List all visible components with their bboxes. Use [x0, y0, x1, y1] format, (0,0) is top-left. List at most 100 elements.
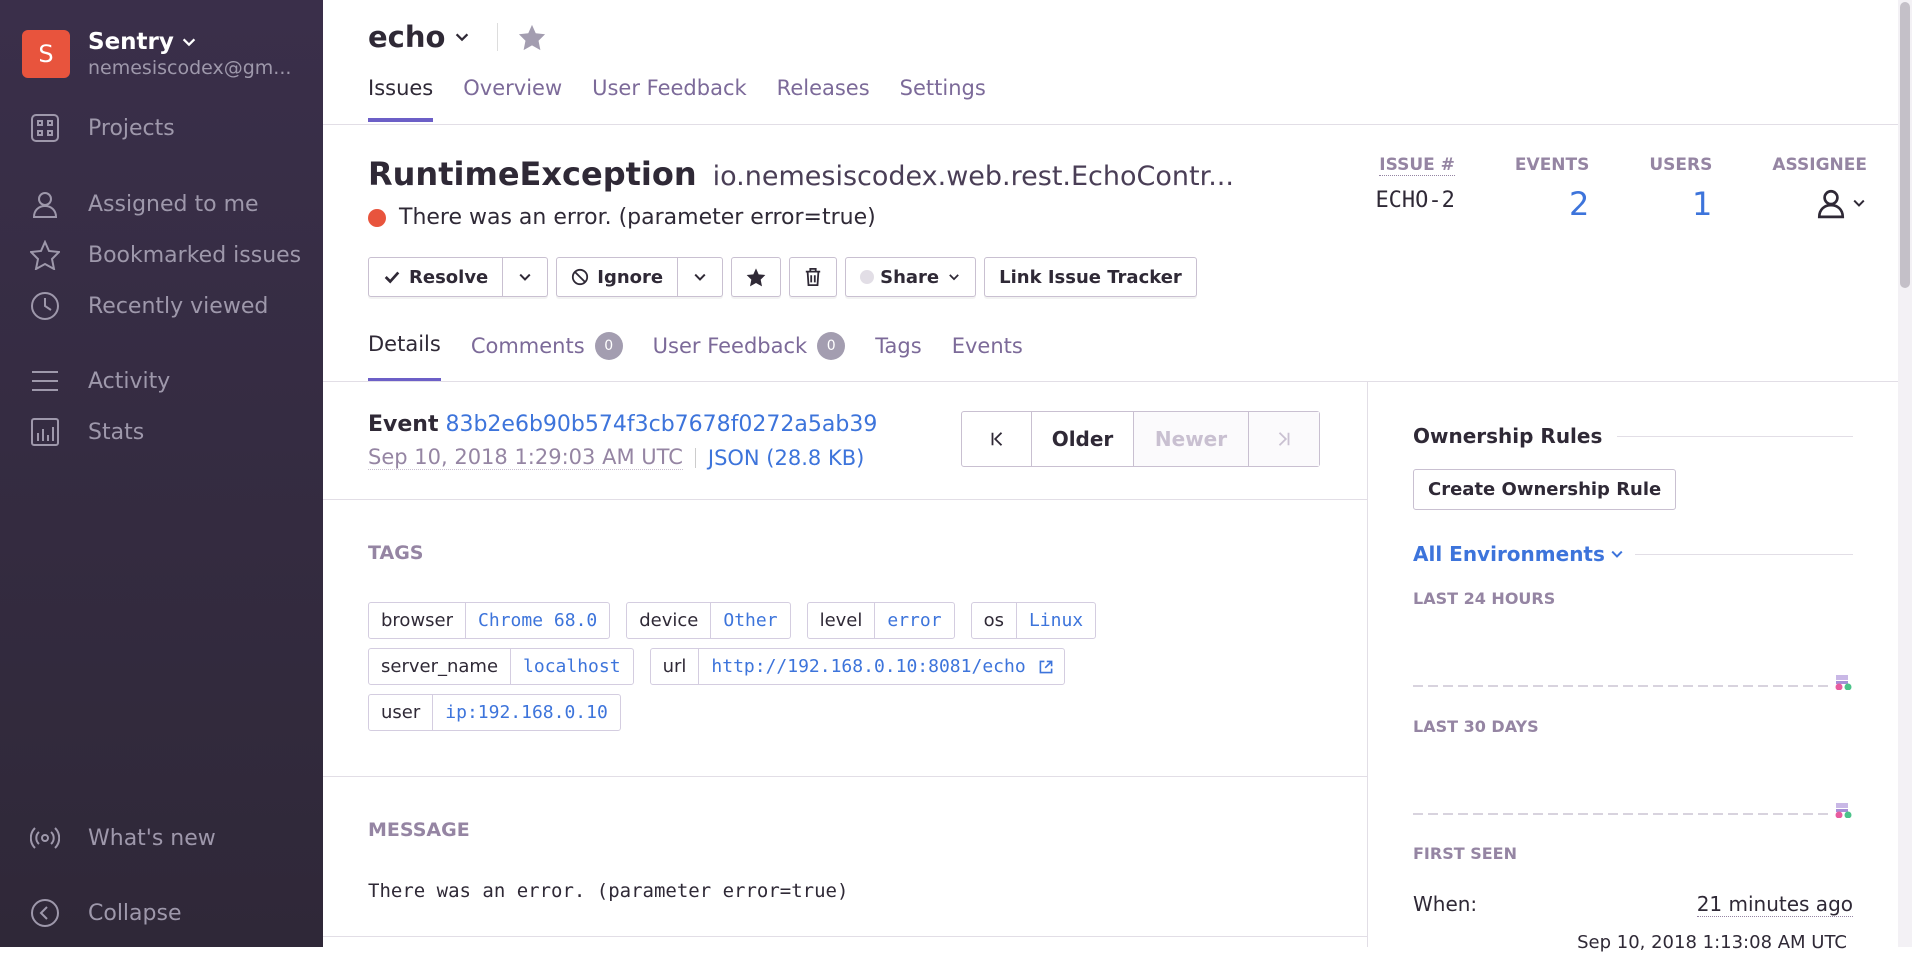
bookmark-star-icon[interactable]	[518, 23, 546, 51]
tag-value[interactable]: Chrome 68.0	[466, 603, 609, 638]
tab-label: Tags	[875, 334, 922, 358]
bookmark-button[interactable]	[731, 257, 782, 297]
external-link-icon[interactable]	[1038, 659, 1054, 675]
tag-value[interactable]: Linux	[1017, 603, 1095, 638]
issue-message: There was an error. (parameter error=tru…	[368, 205, 876, 230]
assignee-selector[interactable]	[1772, 187, 1867, 219]
event-label: Event	[368, 412, 439, 437]
older-button[interactable]: Older	[1032, 412, 1134, 466]
create-ownership-rule-button[interactable]: Create Ownership Rule	[1413, 469, 1677, 510]
delete-button[interactable]	[789, 257, 838, 297]
sidebar-item-label: Recently viewed	[88, 293, 269, 319]
users-label: USERS	[1649, 155, 1713, 175]
event-id-link[interactable]: 83b2e6b90b574f3cb7678f0272a5ab39	[445, 412, 877, 437]
environment-selector[interactable]: All Environments	[1413, 542, 1853, 566]
tag-os[interactable]: os Linux	[970, 602, 1097, 639]
sidebar-item-bookmarks[interactable]: Bookmarked issues	[30, 240, 301, 270]
ignore-dropdown[interactable]	[678, 257, 724, 297]
tag-level[interactable]: level error	[806, 602, 955, 639]
tags-title: TAGS	[368, 542, 424, 564]
share-button[interactable]: Share	[845, 257, 977, 297]
ignore-button[interactable]: Ignore	[556, 257, 679, 297]
users-count: USERS 1	[1649, 155, 1712, 223]
events-value[interactable]: 2	[1515, 185, 1589, 223]
users-value[interactable]: 1	[1649, 185, 1712, 223]
events-label: EVENTS	[1514, 155, 1590, 175]
tab-releases[interactable]: Releases	[777, 76, 870, 122]
issue-number: ISSUE # ECHO-2	[1375, 155, 1455, 223]
scrollbar-thumb[interactable]	[1900, 2, 1910, 288]
issue-tabs: Details Comments 0 User Feedback 0 Tags Ev…	[368, 332, 1053, 382]
event-details: Event 83b2e6b90b574f3cb7678f0272a5ab39 S…	[323, 382, 1367, 947]
oldest-button[interactable]	[962, 412, 1032, 466]
tag-value[interactable]: Other	[711, 603, 789, 638]
chevron-down-icon[interactable]	[453, 28, 471, 46]
resolve-button[interactable]: Resolve	[368, 257, 504, 297]
chevron-down-icon	[1611, 550, 1623, 558]
issue-title: RuntimeException io.nemesiscodex.web.res…	[368, 155, 1253, 193]
tab-settings[interactable]: Settings	[900, 76, 986, 122]
tab-issues[interactable]: Issues	[368, 76, 434, 122]
main-content: echo Issues Overview User Feedback Relea…	[323, 0, 1912, 953]
divider	[323, 776, 1367, 777]
sidebar-item-label: Collapse	[88, 900, 182, 926]
chevron-down-icon	[1853, 199, 1865, 207]
tab-tags[interactable]: Tags	[875, 332, 922, 382]
resolve-dropdown[interactable]	[503, 257, 549, 297]
tab-events[interactable]: Events	[952, 332, 1023, 382]
sidebar-item-label: Stats	[88, 419, 145, 445]
org-email: nemesiscodex@gm...	[88, 57, 292, 79]
user-icon	[32, 192, 58, 218]
newer-button[interactable]: Newer	[1134, 412, 1249, 466]
divider	[497, 23, 499, 51]
tag-row: browser Chrome 68.0 device Other level erro…	[368, 602, 1168, 639]
sidebar-item-whats-new[interactable]: What's new	[30, 823, 216, 853]
event-pager: Older Newer	[961, 411, 1320, 467]
tag-browser[interactable]: browser Chrome 68.0	[368, 602, 611, 639]
chevron-down-icon	[182, 38, 196, 47]
sidebar-item-activity[interactable]: Activity	[30, 366, 170, 396]
sidebar-item-recent[interactable]: Recently viewed	[30, 291, 268, 321]
tag-server-name[interactable]: server_name localhost	[368, 648, 634, 685]
divider	[694, 447, 696, 468]
tag-value[interactable]: error	[875, 603, 953, 638]
sidebar-item-projects[interactable]: Projects	[30, 113, 175, 143]
tag-value[interactable]: localhost	[511, 649, 633, 684]
org-name: Sentry	[88, 29, 174, 55]
sidebar-item-label: Activity	[88, 368, 171, 394]
tab-user-feedback[interactable]: User Feedback 0	[653, 332, 846, 382]
newest-button[interactable]	[1249, 412, 1319, 466]
sidebar-item-label: Bookmarked issues	[88, 242, 302, 268]
project-name[interactable]: echo	[368, 20, 445, 54]
json-link[interactable]: JSON (28.8 KB)	[708, 446, 864, 470]
tag-value[interactable]: http://192.168.0.10:8081/echo	[699, 649, 1037, 684]
check-icon	[384, 271, 400, 284]
user-icon	[1817, 189, 1845, 219]
ignore-label: Ignore	[597, 266, 664, 288]
issue-message-text: There was an error. (parameter error=tru…	[399, 205, 876, 230]
tag-url[interactable]: url http://192.168.0.10:8081/echo	[649, 648, 1065, 685]
sidebar-item-stats[interactable]: Stats	[30, 417, 144, 447]
scrollbar[interactable]	[1898, 0, 1912, 947]
tag-user[interactable]: user ip:192.168.0.10	[368, 694, 621, 731]
tab-overview[interactable]: Overview	[463, 76, 562, 122]
tag-key: level	[808, 603, 876, 638]
tag-device[interactable]: device Other	[626, 602, 791, 639]
trash-icon	[805, 268, 821, 286]
divider	[323, 936, 1367, 937]
ownership-rules-title: Ownership Rules	[1413, 424, 1853, 448]
tab-details[interactable]: Details	[368, 332, 441, 382]
tab-user-feedback[interactable]: User Feedback	[592, 76, 747, 122]
share-label: Share	[880, 266, 940, 288]
sidebar-collapse[interactable]: Collapse	[30, 898, 182, 928]
tab-comments[interactable]: Comments 0	[471, 332, 623, 382]
sparkline-30d	[1413, 803, 1852, 818]
org-switcher[interactable]: S Sentry nemesiscodex@gm...	[22, 29, 293, 79]
tag-value[interactable]: ip:192.168.0.10	[433, 695, 620, 730]
tab-label: Comments	[470, 334, 585, 358]
last-24-hours-label: LAST 24 HOURS	[1413, 589, 1556, 608]
first-page-icon	[991, 432, 1002, 446]
divider	[323, 124, 1912, 125]
sidebar-item-assigned[interactable]: Assigned to me	[30, 189, 259, 219]
link-issue-tracker-button[interactable]: Link Issue Tracker	[984, 257, 1197, 297]
